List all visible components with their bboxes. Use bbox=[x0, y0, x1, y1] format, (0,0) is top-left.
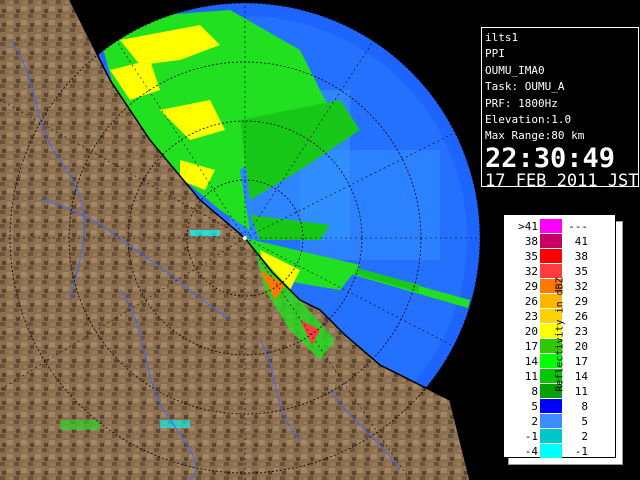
legend-high-value: 35 bbox=[574, 265, 588, 278]
scan-date: 17 FEB 2011 JST bbox=[485, 170, 639, 191]
legend-color-swatch bbox=[540, 429, 562, 443]
legend-high-value: -1 bbox=[574, 445, 588, 458]
legend-row: >41 --- bbox=[504, 219, 615, 234]
legend-low-value: 17 bbox=[524, 340, 538, 353]
legend-high-value: 20 bbox=[574, 340, 588, 353]
legend-title: Reflectivity in dBZ bbox=[554, 277, 566, 392]
legend-low-value: 11 bbox=[524, 370, 538, 383]
scan-type: PPI bbox=[485, 47, 505, 61]
legend-low-value: 38 bbox=[524, 235, 538, 248]
legend-high-value: 29 bbox=[574, 295, 588, 308]
legend-low-value: 5 bbox=[531, 400, 538, 413]
legend-high-value: 32 bbox=[574, 280, 588, 293]
legend-low-value: 32 bbox=[524, 265, 538, 278]
legend-low-value: >41 bbox=[518, 220, 538, 233]
legend-row: -1 2 bbox=[504, 429, 615, 444]
legend-high-value: 5 bbox=[581, 415, 588, 428]
radar-site-marker bbox=[243, 236, 247, 240]
legend-low-value: -1 bbox=[524, 430, 538, 443]
prf-value: PRF: 1800Hz bbox=[485, 96, 558, 110]
legend-high-value: 26 bbox=[574, 310, 588, 323]
legend-low-value: 8 bbox=[531, 385, 538, 398]
legend-row: 35 38 bbox=[504, 249, 615, 264]
legend-high-value: 17 bbox=[574, 355, 588, 368]
legend-high-value: 14 bbox=[574, 370, 588, 383]
legend-row: 58 bbox=[504, 399, 615, 414]
legend-high-value: 23 bbox=[574, 325, 588, 338]
legend-color-swatch bbox=[540, 444, 562, 458]
legend-row: 25 bbox=[504, 414, 615, 429]
task-name: Task: OUMU_A bbox=[485, 80, 565, 94]
legend-high-value: 11 bbox=[574, 385, 588, 398]
site-name: OUMU_IMA0 bbox=[485, 63, 545, 77]
scan-time: 22:30:49 bbox=[485, 142, 616, 174]
legend-row: 38 41 bbox=[504, 234, 615, 249]
legend-low-value: 29 bbox=[524, 280, 538, 293]
legend-low-value: 2 bbox=[531, 415, 538, 428]
legend-low-value: 14 bbox=[524, 355, 538, 368]
legend-high-value: 38 bbox=[574, 250, 588, 263]
legend-low-value: -4 bbox=[524, 445, 538, 458]
legend-color-swatch bbox=[540, 414, 562, 428]
legend-low-value: 26 bbox=[524, 295, 538, 308]
legend-row: -4 -1 bbox=[504, 444, 615, 459]
legend-low-value: 20 bbox=[524, 325, 538, 338]
legend-low-value: 35 bbox=[524, 250, 538, 263]
legend-high-value: --- bbox=[568, 220, 588, 233]
legend-color-swatch bbox=[540, 399, 562, 413]
radar-id: ilts1 bbox=[485, 31, 519, 44]
radar-info-panel: ilts1 PPI OUMU_IMA0 Task: OUMU_A PRF: 18… bbox=[481, 27, 639, 191]
legend-color-swatch bbox=[540, 234, 562, 248]
legend-color-swatch bbox=[540, 219, 562, 233]
legend-low-value: 23 bbox=[524, 310, 538, 323]
legend-high-value: 2 bbox=[581, 430, 588, 443]
legend-color-swatch bbox=[540, 249, 562, 263]
legend-high-value: 8 bbox=[581, 400, 588, 413]
legend-high-value: 41 bbox=[574, 235, 588, 248]
elevation-value: Elevation:1.0 bbox=[485, 113, 572, 127]
